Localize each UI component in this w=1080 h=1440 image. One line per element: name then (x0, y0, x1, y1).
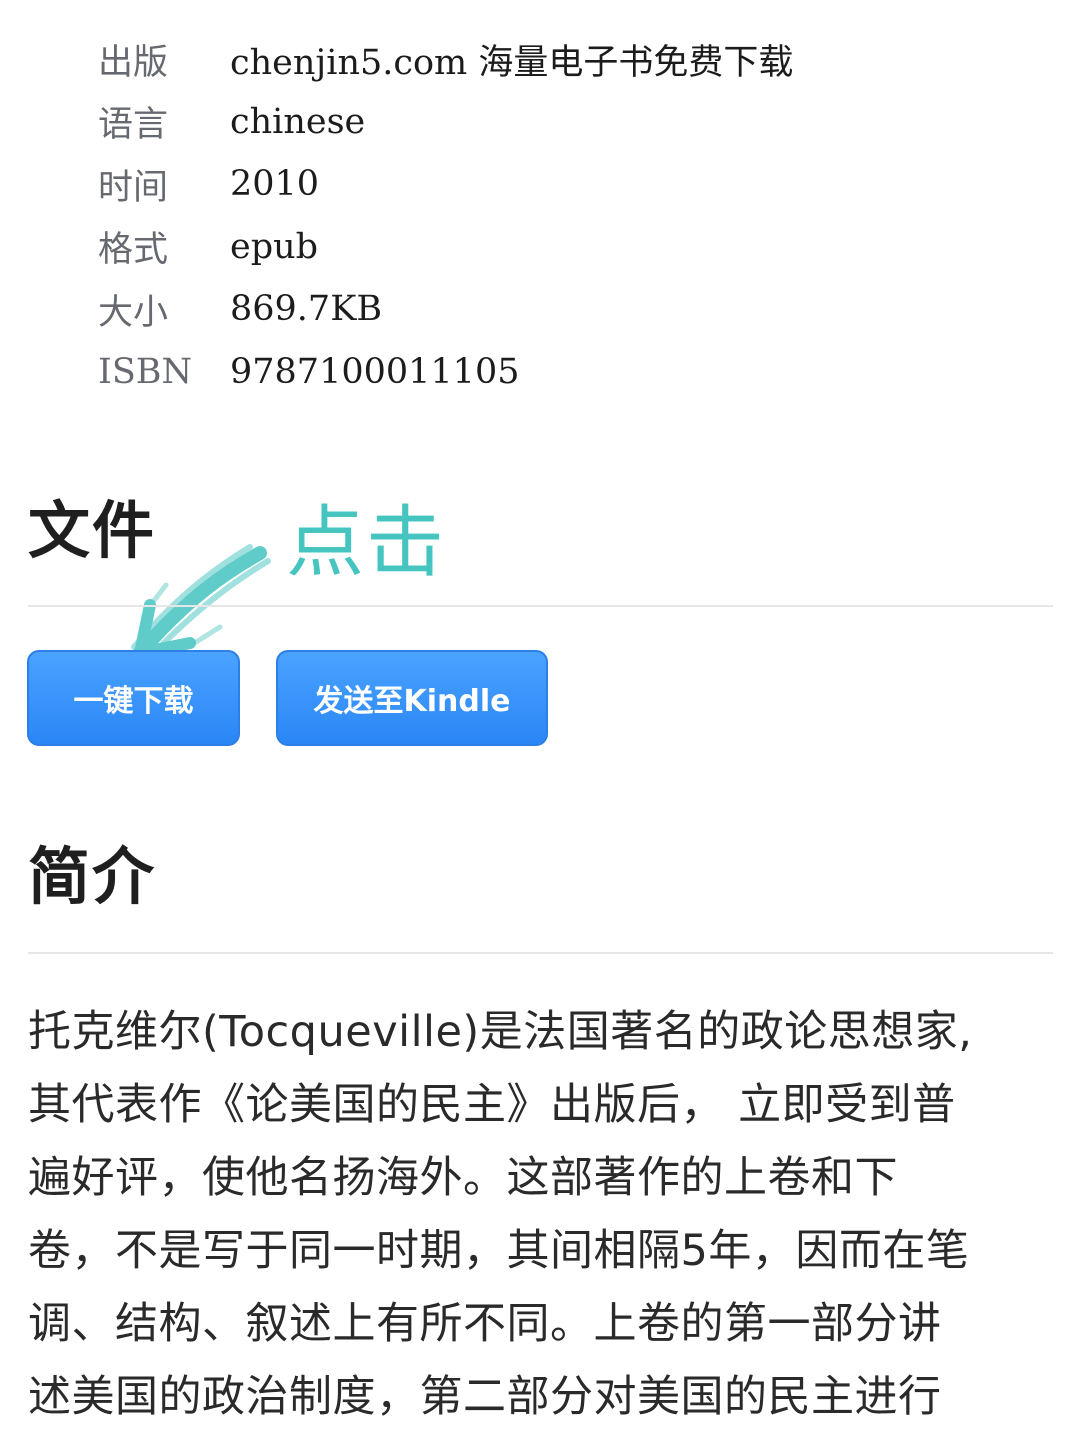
meta-row-isbn: ISBN 9787100011105 (98, 341, 793, 404)
files-divider (28, 605, 1053, 607)
one-click-download-button[interactable]: 一键下载 (27, 650, 240, 746)
description-line: 卷，不是写于同一时期，其间相隔5年，因而在笔 (28, 1226, 970, 1276)
book-metadata: 出版 chenjin5.com 海量电子书免费下载 语言 chinese 时间 … (98, 28, 793, 403)
description-line: 遍好评，使他名扬海外。这部著作的上卷和下 (28, 1153, 898, 1203)
intro-divider (28, 952, 1053, 954)
annotation-click-text: 点击 (286, 498, 447, 588)
meta-row-date: 时间 2010 (98, 153, 793, 216)
meta-value: chinese (230, 101, 366, 142)
meta-label: ISBN (98, 351, 193, 392)
meta-row-publisher: 出版 chenjin5.com 海量电子书免费下载 (98, 28, 793, 91)
meta-label: 时间 (98, 167, 169, 208)
meta-label: 大小 (98, 292, 169, 333)
meta-label: 出版 (98, 42, 169, 83)
meta-value: 2010 (230, 164, 320, 205)
send-to-kindle-button[interactable]: 发送至Kindle (276, 650, 548, 746)
intro-section-title: 简介 (28, 840, 157, 913)
description-line: 调、结构、叙述上有所不同。上卷的第一部分讲 (28, 1299, 942, 1349)
meta-value: epub (230, 226, 319, 267)
meta-value: chenjin5.com 海量电子书免费下载 (230, 42, 794, 83)
meta-label: 语言 (98, 105, 169, 146)
meta-value: 9787100011105 (230, 351, 520, 392)
book-description: 托克维尔(Tocqueville)是法国著名的政论思想家, 其代表作《论美国的民… (28, 996, 1043, 1434)
meta-label: 格式 (98, 230, 169, 271)
meta-value: 869.7KB (230, 289, 383, 330)
meta-row-language: 语言 chinese (98, 91, 793, 154)
description-line: 其代表作《论美国的民主》出版后， 立即受到普 (28, 1080, 956, 1130)
description-line: 述美国的政治制度，第二部分对美国的民主进行 (28, 1372, 942, 1422)
meta-row-format: 格式 epub (98, 216, 793, 279)
description-line: 托克维尔(Tocqueville)是法国著名的政论思想家, (28, 1007, 973, 1057)
meta-row-size: 大小 869.7KB (98, 278, 793, 341)
